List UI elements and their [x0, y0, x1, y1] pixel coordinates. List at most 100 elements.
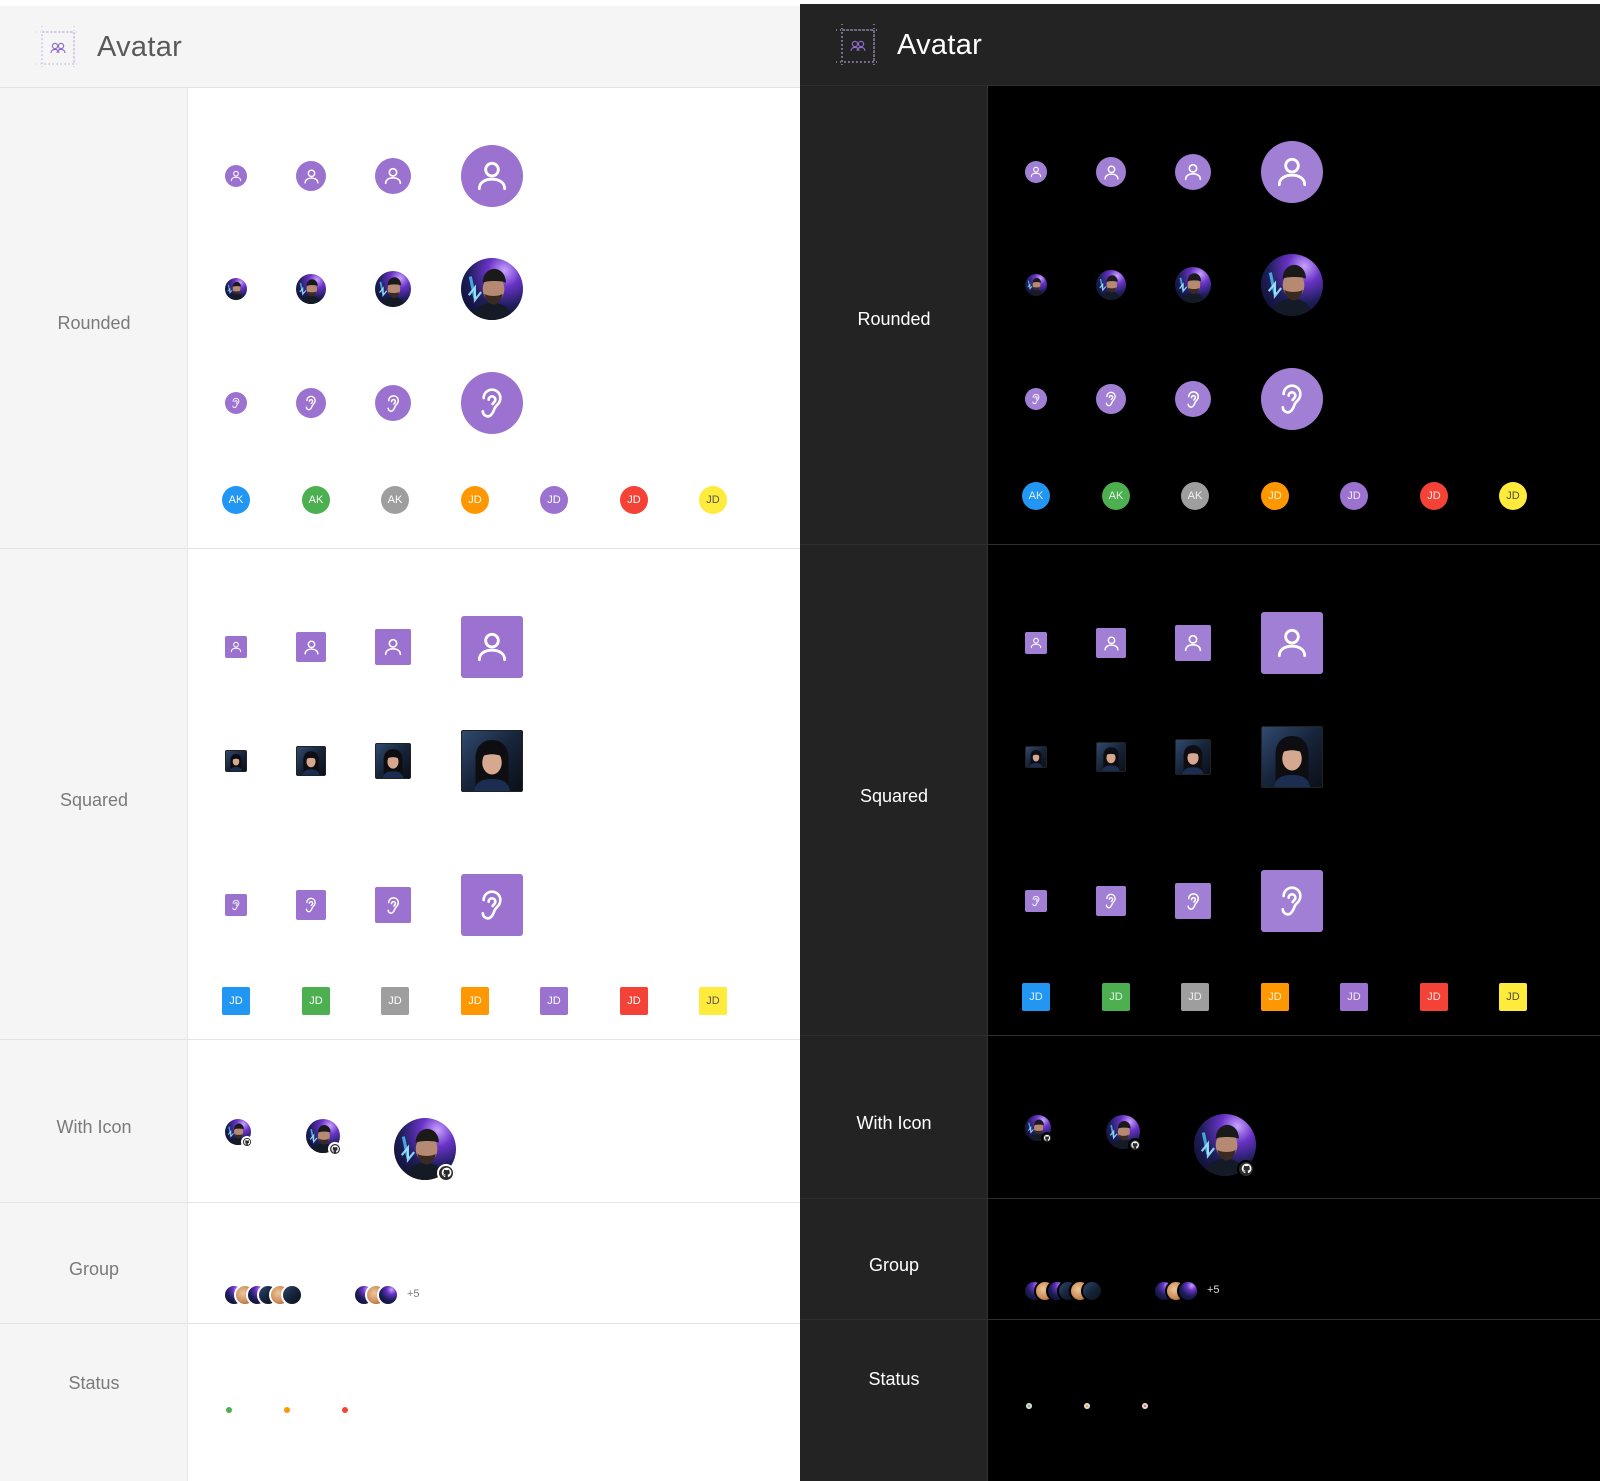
rounded-avatar-ear-3[interactable]: [375, 385, 411, 421]
rounded-avatar-photo-4[interactable]: [461, 258, 523, 320]
rounded-avatar-initials[interactable]: JD: [1499, 482, 1527, 510]
avatar-initials-text: AK: [1028, 490, 1044, 502]
squared-avatar-photo-2[interactable]: [296, 746, 326, 776]
squared-avatar-initials[interactable]: JD: [1102, 983, 1130, 1011]
rounded-avatar-initials[interactable]: JD: [699, 486, 727, 514]
squared-avatar-initials[interactable]: JD: [1022, 983, 1050, 1011]
rounded-avatar-ear-1[interactable]: [225, 392, 247, 414]
rounded-avatar-person-4[interactable]: [1261, 141, 1323, 203]
group-overflow-count: +5: [1207, 1284, 1220, 1296]
rounded-avatar-photo-4[interactable]: [1261, 254, 1323, 316]
rounded-avatar-initials[interactable]: JD: [1420, 482, 1448, 510]
avatar-showcase: Avatar Rounded Squared With Icon Group Status…: [0, 0, 1600, 1481]
person-icon: [229, 640, 243, 654]
squared-avatar-photo-2[interactable]: [1096, 742, 1126, 772]
squared-avatar-person-3[interactable]: [1175, 625, 1211, 661]
github-icon: [1240, 1162, 1253, 1175]
ear-icon: [301, 393, 321, 413]
squared-avatar-person-2[interactable]: [1096, 628, 1126, 658]
rounded-avatar-ear-3[interactable]: [1175, 381, 1211, 417]
avatar-initials-text: AK: [1187, 490, 1203, 502]
page-title: Avatar: [897, 29, 983, 61]
rounded-avatar-person-4[interactable]: [461, 145, 523, 207]
github-icon: [1043, 1134, 1051, 1142]
squared-avatar-ear-4[interactable]: [461, 874, 523, 936]
squared-avatar-person-4[interactable]: [461, 616, 523, 678]
avatar-initials-text: JD: [1109, 991, 1123, 1003]
rounded-avatar-initials[interactable]: JD: [540, 486, 568, 514]
squared-avatar-initials[interactable]: JD: [1181, 983, 1209, 1011]
squared-avatar-person-2[interactable]: [296, 632, 326, 662]
squared-avatar-ear-2[interactable]: [296, 890, 326, 920]
squared-avatar-initials[interactable]: JD: [1420, 983, 1448, 1011]
squared-avatar-ear-1[interactable]: [1025, 890, 1047, 912]
rounded-avatar-photo-1[interactable]: [1025, 274, 1047, 296]
person-icon: [473, 157, 511, 195]
rounded-avatar-person-2[interactable]: [1096, 157, 1126, 187]
rounded-avatar-ear-4[interactable]: [1261, 368, 1323, 430]
rounded-avatar-photo-2[interactable]: [1096, 270, 1126, 300]
squared-avatar-ear-2[interactable]: [1096, 886, 1126, 916]
rounded-avatar-person-2[interactable]: [296, 161, 326, 191]
squared-avatar-person-1[interactable]: [1025, 632, 1047, 654]
rounded-avatar-photo-1[interactable]: [225, 278, 247, 300]
avatar-initials-text: JD: [1347, 490, 1361, 502]
rounded-avatar-initials[interactable]: JD: [461, 486, 489, 514]
rounded-avatar-person-1[interactable]: [1025, 161, 1047, 183]
rounded-avatar-initials[interactable]: JD: [1340, 482, 1368, 510]
row-divider: [800, 1035, 1600, 1036]
squared-avatar-initials[interactable]: JD: [222, 987, 250, 1015]
rounded-avatar-photo-2[interactable]: [296, 274, 326, 304]
rounded-avatar-ear-2[interactable]: [1096, 384, 1126, 414]
row-divider: [0, 548, 800, 549]
rounded-avatar-person-1[interactable]: [225, 165, 247, 187]
rounded-avatar-photo-3[interactable]: [375, 271, 411, 307]
panel-header: Avatar: [800, 4, 1600, 86]
avatar-initials-text: JD: [388, 995, 402, 1007]
rounded-avatar-ear-4[interactable]: [461, 372, 523, 434]
rounded-avatar-initials[interactable]: AK: [1102, 482, 1130, 510]
squared-avatar-ear-3[interactable]: [1175, 883, 1211, 919]
squared-avatar-initials[interactable]: JD: [381, 987, 409, 1015]
rounded-avatar-initials[interactable]: AK: [1022, 482, 1050, 510]
rounded-avatar-person-3[interactable]: [375, 158, 411, 194]
ear-icon: [1029, 894, 1043, 908]
squared-avatar-person-1[interactable]: [225, 636, 247, 658]
squared-avatar-ear-3[interactable]: [375, 887, 411, 923]
squared-avatar-initials[interactable]: JD: [1261, 983, 1289, 1011]
rounded-avatar-photo-3[interactable]: [1175, 267, 1211, 303]
avatar-initials-text: JD: [468, 494, 482, 506]
rounded-avatar-initials[interactable]: JD: [620, 486, 648, 514]
rounded-avatar-initials[interactable]: AK: [1181, 482, 1209, 510]
squared-avatar-photo-1[interactable]: [225, 750, 247, 772]
rounded-avatar-person-3[interactable]: [1175, 154, 1211, 190]
squared-avatar-person-4[interactable]: [1261, 612, 1323, 674]
rounded-avatar-initials[interactable]: JD: [1261, 482, 1289, 510]
squared-avatar-initials[interactable]: JD: [699, 987, 727, 1015]
squared-avatar-photo-4[interactable]: [461, 730, 523, 792]
rounded-avatar-initials[interactable]: AK: [222, 486, 250, 514]
rounded-avatar-ear-1[interactable]: [1025, 388, 1047, 410]
squared-avatar-photo-3[interactable]: [1175, 739, 1211, 775]
squared-avatar-photo-1[interactable]: [1025, 746, 1047, 768]
squared-avatar-initials[interactable]: JD: [461, 987, 489, 1015]
person-icon: [1273, 624, 1311, 662]
rounded-avatar-initials[interactable]: AK: [381, 486, 409, 514]
avatar-initials-text: JD: [1506, 991, 1520, 1003]
squared-avatar-photo-3[interactable]: [375, 743, 411, 779]
rounded-avatar-ear-2[interactable]: [296, 388, 326, 418]
avatar-initials-text: JD: [706, 494, 720, 506]
github-badge: [1237, 1159, 1256, 1178]
squared-avatar-person-3[interactable]: [375, 629, 411, 665]
squared-avatar-initials[interactable]: JD: [1340, 983, 1368, 1011]
rounded-avatar-initials[interactable]: AK: [302, 486, 330, 514]
avatar-initials-text: JD: [1427, 490, 1441, 502]
squared-avatar-ear-4[interactable]: [1261, 870, 1323, 932]
squared-avatar-initials[interactable]: JD: [540, 987, 568, 1015]
avatar-initials-text: AK: [228, 494, 244, 506]
squared-avatar-photo-4[interactable]: [1261, 726, 1323, 788]
squared-avatar-ear-1[interactable]: [225, 894, 247, 916]
squared-avatar-initials[interactable]: JD: [620, 987, 648, 1015]
squared-avatar-initials[interactable]: JD: [302, 987, 330, 1015]
squared-avatar-initials[interactable]: JD: [1499, 983, 1527, 1011]
